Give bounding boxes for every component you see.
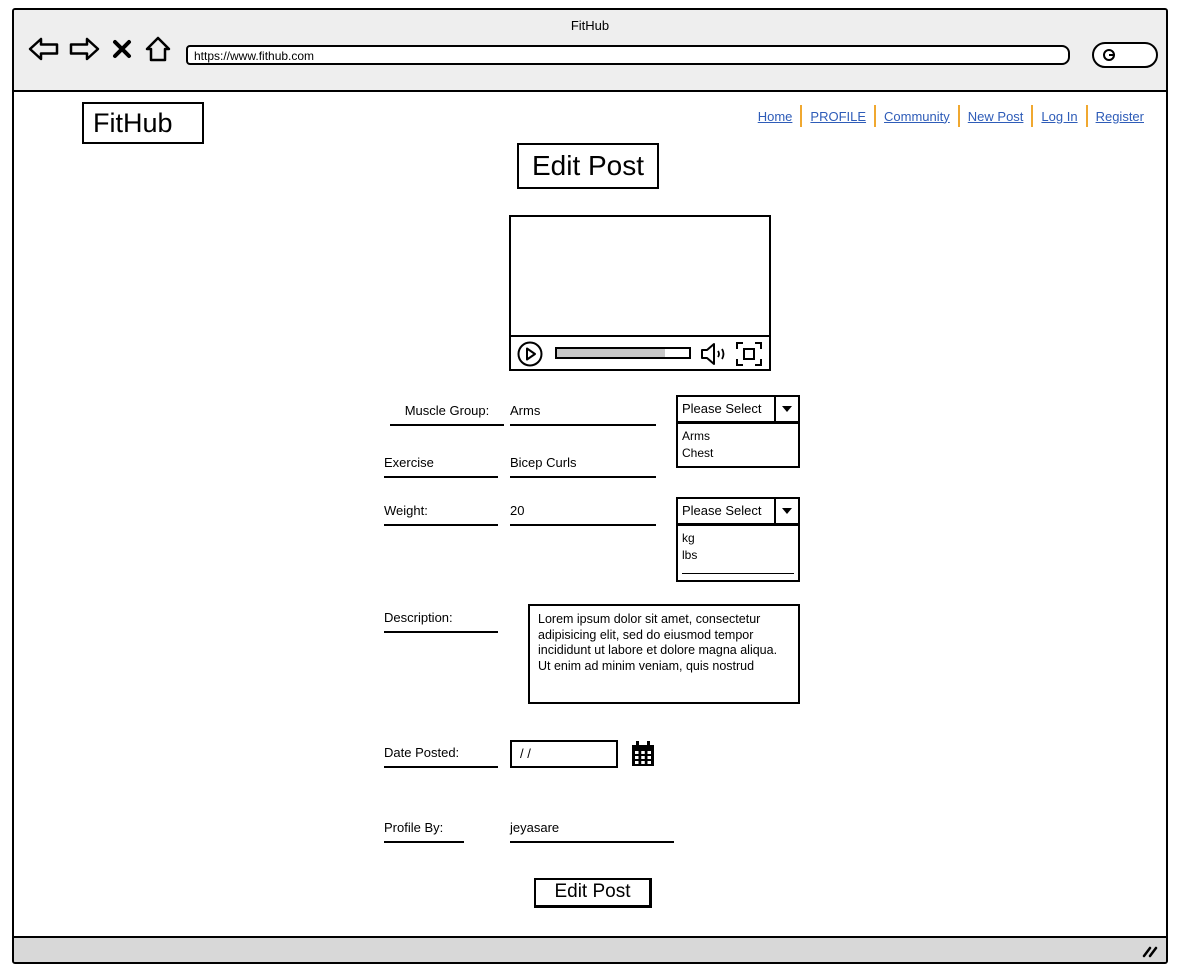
chevron-down-icon — [774, 499, 798, 523]
browser-window: FitHub https://www.fithub.com FitHub Hom… — [12, 8, 1168, 964]
search-icon — [1103, 49, 1115, 61]
browser-toolbar: FitHub https://www.fithub.com — [14, 10, 1166, 92]
browser-search-button[interactable] — [1092, 42, 1158, 68]
top-nav: Home PROFILE Community New Post Log In R… — [750, 105, 1152, 127]
home-button[interactable] — [142, 34, 174, 64]
weight-label: Weight: — [384, 503, 498, 526]
weight-unit-options: kg lbs — [676, 524, 800, 582]
nav-link-profile[interactable]: PROFILE — [802, 109, 874, 124]
play-icon[interactable] — [517, 341, 543, 367]
nav-link-register[interactable]: Register — [1088, 109, 1152, 124]
description-textarea[interactable]: Lorem ipsum dolor sit amet, consectetur … — [528, 604, 800, 704]
edit-post-button[interactable]: Edit Post — [534, 878, 652, 908]
exercise-label: Exercise — [384, 455, 498, 478]
resize-grip-icon[interactable] — [1140, 942, 1158, 958]
forward-button[interactable] — [66, 34, 102, 64]
nav-link-log-in[interactable]: Log In — [1033, 109, 1085, 124]
close-icon — [113, 40, 131, 58]
weight-unit-select[interactable]: Please Select — [676, 497, 800, 525]
site-logo[interactable]: FitHub — [82, 102, 204, 144]
muscle-group-option-arms[interactable]: Arms — [682, 428, 794, 445]
muscle-group-option-chest[interactable]: Chest — [682, 445, 794, 462]
page-title: Edit Post — [517, 143, 659, 189]
calendar-icon[interactable] — [630, 740, 656, 768]
fullscreen-icon[interactable] — [735, 341, 763, 367]
video-player[interactable] — [509, 215, 771, 371]
chevron-down-icon — [774, 397, 798, 421]
video-progress-bar[interactable] — [555, 347, 691, 359]
list-scroll-edge — [682, 573, 794, 574]
forward-arrow-icon — [69, 37, 100, 61]
video-progress-fill — [557, 349, 666, 357]
profile-by-value: jeyasare — [510, 820, 674, 843]
volume-icon[interactable] — [699, 341, 729, 367]
muscle-group-select[interactable]: Please Select — [676, 395, 800, 423]
muscle-group-input[interactable]: Arms — [510, 403, 656, 426]
weight-input[interactable]: 20 — [510, 503, 656, 526]
nav-link-community[interactable]: Community — [876, 109, 958, 124]
address-bar[interactable]: https://www.fithub.com — [186, 45, 1070, 65]
window-title: FitHub — [570, 18, 610, 33]
video-controls — [511, 335, 769, 371]
weight-unit-option-lbs[interactable]: lbs — [682, 547, 794, 564]
muscle-group-select-value: Please Select — [682, 401, 762, 416]
date-posted-label: Date Posted: — [384, 745, 498, 768]
description-label: Description: — [384, 610, 498, 633]
browser-status-bar — [14, 936, 1166, 962]
nav-link-new-post[interactable]: New Post — [960, 109, 1032, 124]
weight-unit-select-value: Please Select — [682, 503, 762, 518]
weight-unit-option-kg[interactable]: kg — [682, 530, 794, 547]
date-posted-input[interactable]: / / — [510, 740, 618, 768]
home-icon — [145, 36, 171, 62]
profile-by-label: Profile By: — [384, 820, 464, 843]
exercise-input[interactable]: Bicep Curls — [510, 455, 656, 478]
back-arrow-icon — [28, 37, 59, 61]
nav-link-home[interactable]: Home — [750, 109, 801, 124]
back-button[interactable] — [26, 34, 62, 64]
muscle-group-options: Arms Chest — [676, 422, 800, 468]
stop-button[interactable] — [110, 34, 134, 64]
muscle-group-label: Muscle Group: — [390, 403, 504, 426]
